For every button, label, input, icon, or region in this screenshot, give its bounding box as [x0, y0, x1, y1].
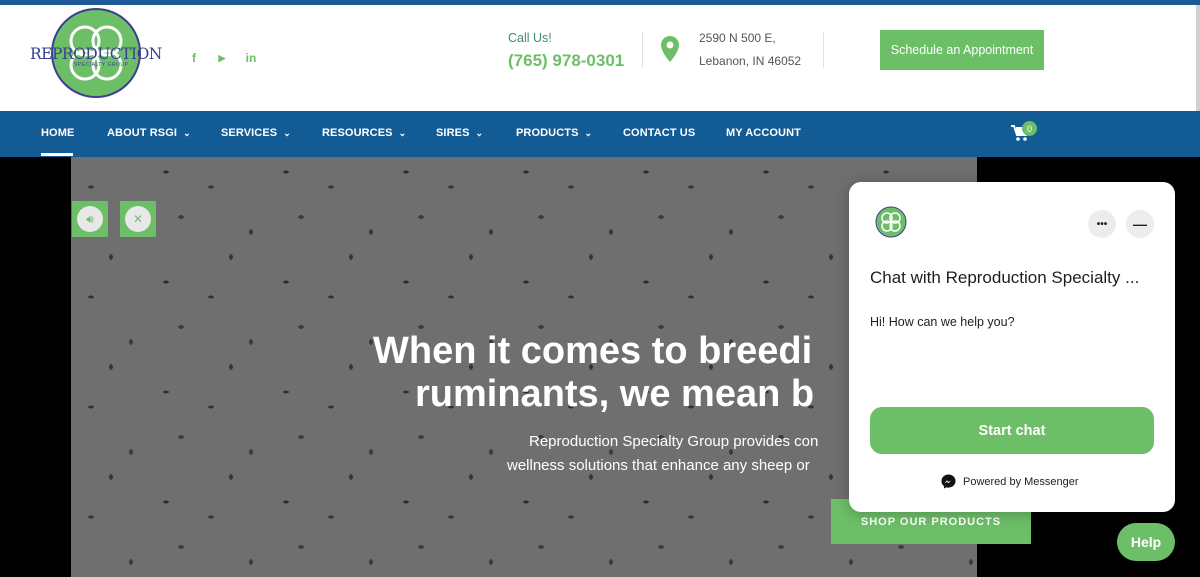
site-header: REPRODUCTION SPECIALTY GROUP f ▶ in Call… [0, 5, 1200, 111]
nav-item-label: SIRES [436, 127, 470, 139]
nav-item-label: RESOURCES [322, 127, 393, 139]
speaker-mute-icon[interactable]: ✕ [120, 201, 156, 237]
nav-item-label: SERVICES [221, 127, 278, 139]
chevron-down-icon: ⌄ [398, 127, 407, 138]
nav-item-products[interactable]: PRODUCTS ⌄ [516, 127, 592, 139]
call-us-label: Call Us! [508, 31, 552, 45]
chevron-down-icon: ⌄ [283, 127, 291, 138]
logo-tagline: SPECIALTY GROUP [74, 62, 129, 68]
chevron-down-icon: ⌄ [475, 127, 484, 138]
nav-item-label: HOME [41, 127, 75, 139]
hero-subtitle-line-2: wellness solutions that enhance any shee… [507, 457, 810, 474]
nav-item-sires[interactable]: SIRES ⌄ [436, 127, 483, 139]
nav-item-contact[interactable]: CONTACT US [623, 127, 695, 139]
chat-greeting: Hi! How can we help you? [870, 315, 1015, 329]
messenger-chat-widget: ••• — Chat with Reproduction Specialty .… [849, 182, 1175, 512]
chat-minimize-button[interactable]: — [1126, 210, 1154, 238]
cart-count-badge: 0 [1022, 121, 1037, 136]
address-line-2: Lebanon, IN 46052 [699, 54, 802, 68]
hero-title-line-1: When it comes to breedi [373, 330, 813, 372]
chat-more-options-button[interactable]: ••• [1088, 210, 1116, 238]
start-chat-button[interactable]: Start chat [870, 407, 1154, 454]
nav-item-about[interactable]: ABOUT RSGI ⌄ [107, 127, 191, 139]
hero-subtitle-line-1: Reproduction Specialty Group provides co… [529, 433, 819, 450]
nav-item-label: CONTACT US [623, 127, 696, 139]
address-line-1: 2590 N 500 E, [699, 31, 776, 45]
nav-item-label: MY ACCOUNT [726, 127, 801, 139]
youtube-icon[interactable]: ▶ [212, 51, 232, 65]
header-divider [823, 32, 824, 68]
powered-by-messenger: Powered by Messenger [941, 474, 1079, 489]
logo-name: REPRODUCTION [30, 45, 162, 63]
chat-avatar-logo [875, 206, 907, 238]
header-divider [642, 32, 643, 68]
nav-item-label: PRODUCTS [516, 127, 579, 139]
schedule-appointment-button[interactable]: Schedule an Appointment [880, 30, 1044, 70]
nav-item-label: ABOUT RSGI [107, 127, 178, 139]
speaker-on-icon[interactable]: 🔊︎ [72, 201, 108, 237]
phone-link[interactable]: (765) 978-0301 [508, 51, 624, 71]
nav-item-home[interactable]: HOME [41, 127, 74, 139]
nav-item-my-account[interactable]: MY ACCOUNT [726, 127, 801, 139]
map-pin-icon [661, 36, 679, 62]
linkedin-icon[interactable]: in [241, 51, 261, 65]
page-scrollbar[interactable] [1196, 5, 1200, 111]
active-nav-indicator [41, 153, 73, 156]
messenger-icon [941, 474, 956, 489]
chat-title: Chat with Reproduction Specialty ... [870, 268, 1140, 287]
chevron-down-icon: ⌄ [183, 127, 191, 138]
facebook-icon[interactable]: f [184, 51, 204, 65]
nav-item-resources[interactable]: RESOURCES ⌄ [322, 127, 406, 139]
hero-title-line-2: ruminants, we mean b [415, 373, 815, 415]
site-logo[interactable]: REPRODUCTION SPECIALTY GROUP [30, 7, 162, 99]
powered-by-text: Powered by Messenger [963, 475, 1079, 488]
help-button[interactable]: Help [1117, 523, 1175, 561]
chevron-down-icon: ⌄ [584, 127, 593, 138]
nav-item-services[interactable]: SERVICES ⌄ [221, 127, 291, 139]
